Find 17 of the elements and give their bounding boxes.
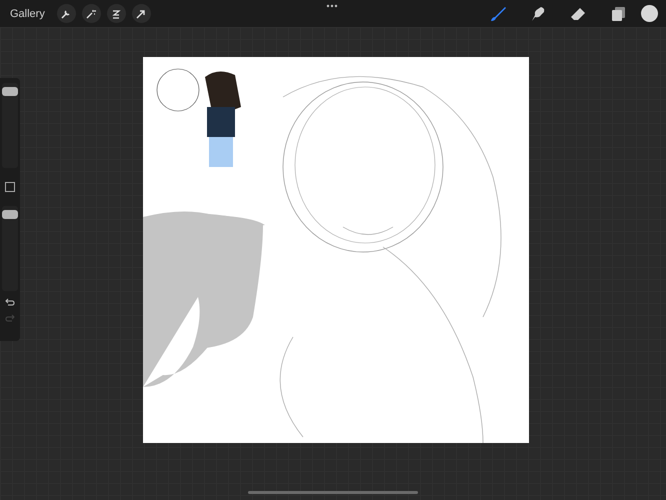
wrench-button[interactable] bbox=[56, 4, 76, 23]
color-swatch[interactable] bbox=[641, 5, 658, 22]
wand-button[interactable] bbox=[82, 4, 101, 23]
cursor-arrow-icon bbox=[136, 8, 146, 18]
slider-thumb[interactable] bbox=[2, 86, 18, 96]
brush-size-slider[interactable] bbox=[2, 83, 18, 168]
modify-square-button[interactable] bbox=[5, 182, 15, 192]
arrow-button[interactable] bbox=[132, 4, 151, 23]
slider-thumb[interactable] bbox=[2, 210, 18, 219]
selection-icon bbox=[111, 8, 122, 18]
more-dots-icon[interactable] bbox=[326, 4, 338, 8]
magic-wand-icon bbox=[86, 8, 96, 18]
gallery-button[interactable]: Gallery bbox=[8, 6, 47, 22]
selection-button[interactable] bbox=[106, 4, 126, 23]
undo-button[interactable] bbox=[5, 297, 15, 307]
opacity-slider[interactable] bbox=[2, 206, 18, 291]
wrench-icon bbox=[61, 8, 72, 18]
